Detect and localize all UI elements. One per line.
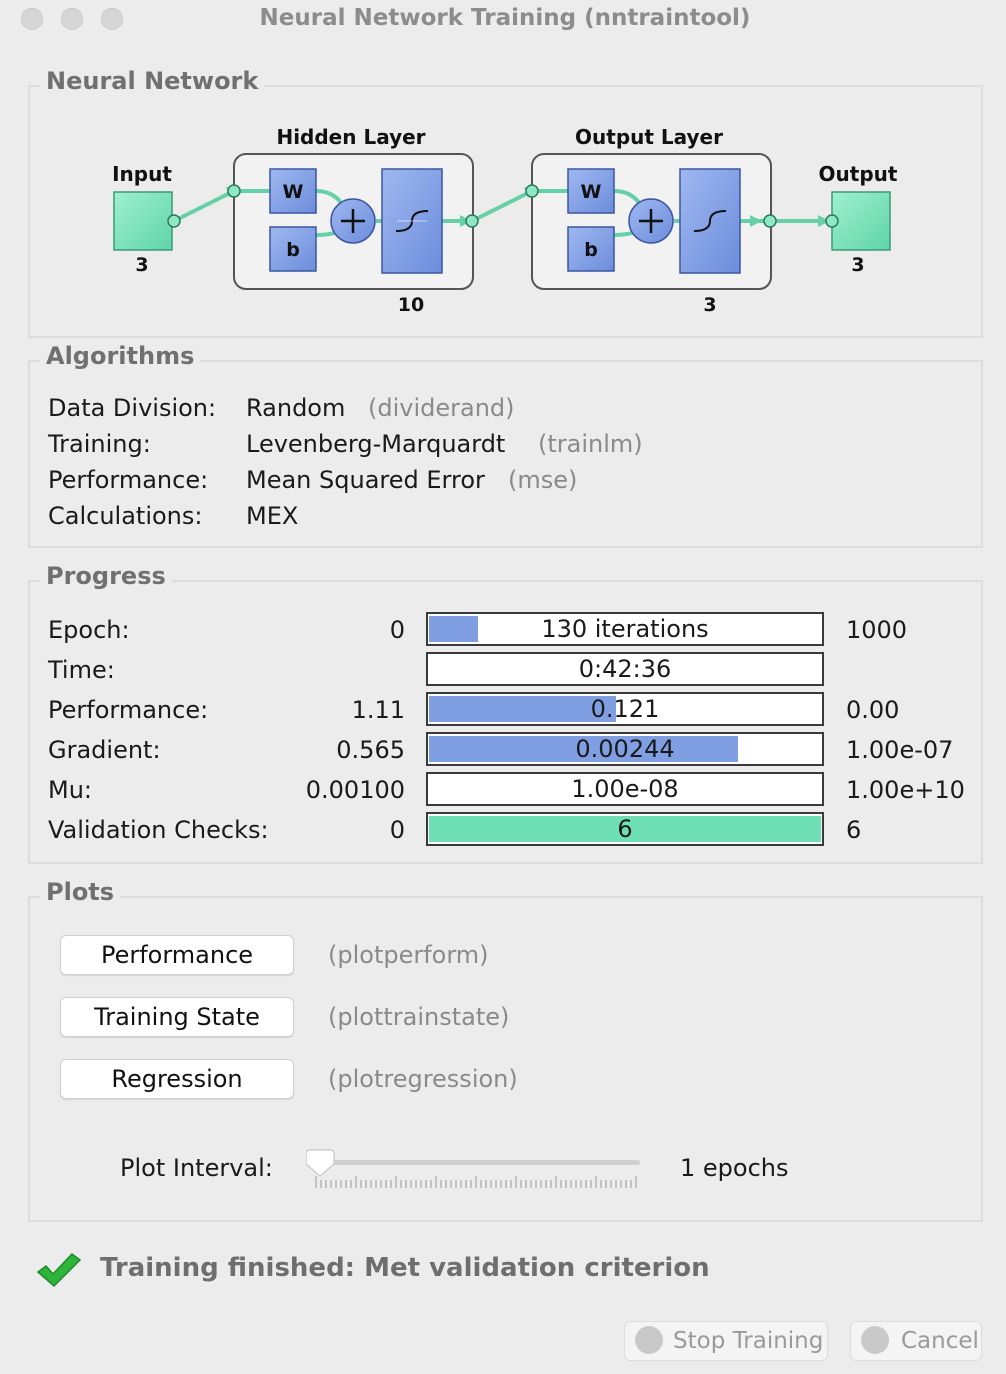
output-bias-symbol: b <box>584 239 598 261</box>
plot-interval-slider[interactable] <box>306 1146 646 1196</box>
algo-value-data-division: Random <box>246 394 346 422</box>
algo-label-data-division: Data Division: <box>48 394 217 422</box>
progress-label-mu: Mu: <box>48 776 93 804</box>
progress-current-validation-checks: 6 <box>617 815 633 843</box>
plot-performance-fn: (plotperform) <box>328 941 489 969</box>
cancel-label: Cancel <box>901 1328 979 1354</box>
algo-fn-performance: (mse) <box>508 466 578 494</box>
progress-current-gradient: 0.00244 <box>575 735 675 763</box>
window-title: Neural Network Training (nntraintool) <box>259 5 751 31</box>
algorithms-group: Algorithms Data Division: Random (divide… <box>28 342 983 548</box>
output-size: 3 <box>851 254 864 276</box>
cancel-icon <box>861 1325 889 1354</box>
progress-current-mu: 1.00e-08 <box>571 775 679 803</box>
algorithms-section-title: Algorithms <box>40 342 201 370</box>
progress-min-performance: 1.11 <box>351 696 405 724</box>
progress-min-gradient: 0.565 <box>336 736 405 764</box>
algo-fn-data-division: (dividerand) <box>368 394 515 422</box>
algo-value-calculations: MEX <box>246 502 299 530</box>
progress-max-gradient: 1.00e-07 <box>846 736 954 764</box>
progress-max-validation-checks: 6 <box>846 816 862 844</box>
training-status-text: Training finished: Met validation criter… <box>100 1253 710 1283</box>
progress-bar-epoch: 130 iterations <box>426 612 824 646</box>
plots-group: Plots Performance (plotperform) Training… <box>28 878 983 1222</box>
progress-bar-performance: 0.121 <box>426 692 824 726</box>
cancel-button[interactable]: Cancel <box>850 1321 982 1361</box>
progress-label-epoch: Epoch: <box>48 616 130 644</box>
progress-bar-mu: 1.00e-08 <box>426 772 824 806</box>
algo-value-performance: Mean Squared Error <box>246 466 485 494</box>
hidden-weight-symbol: W <box>283 181 304 203</box>
neural-network-group: Neural Network Input 3 Hidden Layer 10 O… <box>28 67 983 338</box>
progress-current-epoch: 130 iterations <box>541 615 709 643</box>
progress-section-title: Progress <box>40 562 172 590</box>
input-label: Input <box>112 162 172 186</box>
plot-training-state-fn: (plottrainstate) <box>328 1003 510 1031</box>
progress-max-mu: 1.00e+10 <box>846 776 965 804</box>
plot-interval-label: Plot Interval: <box>120 1154 273 1182</box>
algo-value-training: Levenberg-Marquardt <box>246 430 506 458</box>
input-size: 3 <box>135 254 148 276</box>
plot-interval-slider-thumb[interactable] <box>306 1149 335 1177</box>
progress-min-epoch: 0 <box>389 616 405 644</box>
network-diagram: Input 3 Hidden Layer 10 Output Layer 3 O… <box>112 125 898 316</box>
output-node-icon <box>831 191 891 251</box>
hidden-layer-size: 10 <box>398 294 424 316</box>
plot-training-state-button[interactable]: Training State <box>60 997 294 1037</box>
stop-training-label: Stop Training <box>673 1328 824 1354</box>
progress-bar-gradient: 0.00244 <box>426 732 824 766</box>
plot-regression-fn: (plotregression) <box>328 1065 518 1093</box>
algo-label-performance: Performance: <box>48 466 209 494</box>
output-layer-size: 3 <box>703 294 716 316</box>
algo-label-calculations: Calculations: <box>48 502 203 530</box>
progress-label-performance: Performance: <box>48 696 209 724</box>
plot-interval-value: 1 epochs <box>680 1154 789 1182</box>
progress-min-validation-checks: 0 <box>389 816 405 844</box>
plot-regression-button[interactable]: Regression <box>60 1059 294 1099</box>
output-layer-label: Output Layer <box>575 125 723 149</box>
progress-group: Progress Epoch: 0 130 iterations 1000 Ti… <box>28 562 983 864</box>
plot-performance-button[interactable]: Performance <box>60 935 294 975</box>
checkmark-icon <box>36 1252 82 1288</box>
progress-max-performance: 0.00 <box>846 696 900 724</box>
algo-label-training: Training: <box>48 430 151 458</box>
progress-label-gradient: Gradient: <box>48 736 161 764</box>
hidden-layer-label: Hidden Layer <box>276 125 425 149</box>
output-weight-symbol: W <box>581 181 602 203</box>
hidden-bias-symbol: b <box>286 239 300 261</box>
progress-current-performance: 0.121 <box>590 695 660 723</box>
stop-training-button[interactable]: Stop Training <box>624 1321 828 1361</box>
stop-icon <box>635 1325 663 1354</box>
progress-bar-time: 0:42:36 <box>426 652 824 686</box>
progress-max-epoch: 1000 <box>846 616 908 644</box>
progress-label-time: Time: <box>48 656 115 684</box>
progress-min-mu: 0.00100 <box>305 776 405 804</box>
input-node-icon <box>113 191 173 251</box>
nntraintool-window: Neural Network Training (nntraintool) Ne… <box>4 0 1006 1374</box>
title-bar: Neural Network Training (nntraintool) <box>4 0 1006 38</box>
output-label: Output <box>819 162 898 186</box>
plots-section-title: Plots <box>40 878 121 906</box>
progress-bar-validation-checks: 6 <box>426 812 824 846</box>
algo-fn-training: (trainlm) <box>538 430 643 458</box>
progress-current-time: 0:42:36 <box>578 655 672 683</box>
